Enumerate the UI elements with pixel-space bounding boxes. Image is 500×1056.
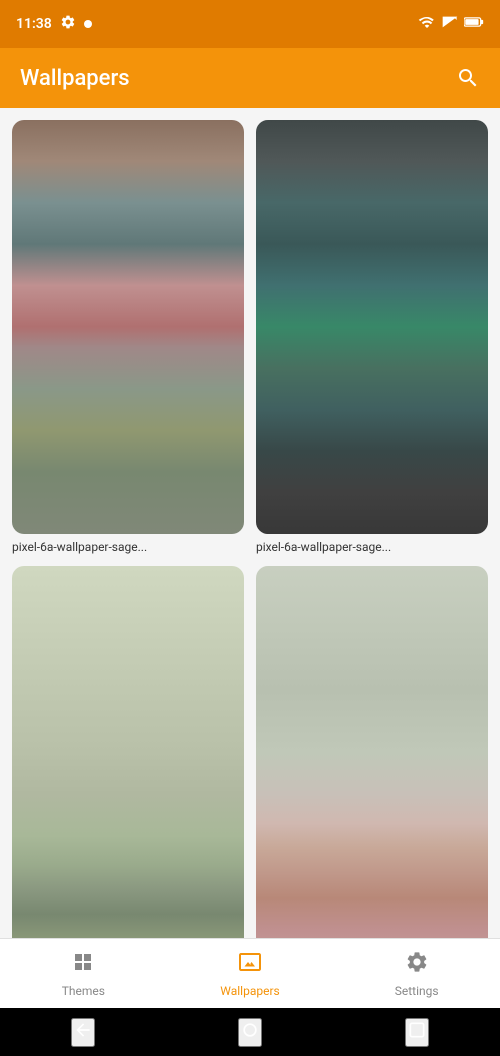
wallpaper-grid: pixel-6a-wallpaper-sage... pixel-6a-wall…: [12, 120, 488, 938]
page-title: Wallpapers: [20, 66, 130, 91]
battery-icon: [464, 14, 484, 34]
wallpaper-name: pixel-6a-wallpaper-sage...: [256, 540, 488, 554]
themes-label: Themes: [62, 984, 105, 998]
wallpaper-item[interactable]: [12, 566, 244, 938]
wallpaper-item[interactable]: [256, 566, 488, 938]
search-button[interactable]: [456, 66, 480, 90]
nav-item-settings[interactable]: Settings: [333, 950, 500, 998]
signal-icon: [442, 14, 458, 34]
wallpapers-label: Wallpapers: [220, 984, 279, 998]
recents-button[interactable]: [405, 1018, 429, 1047]
nav-item-wallpapers[interactable]: Wallpapers: [167, 950, 334, 998]
themes-icon: [71, 950, 95, 980]
status-right: [418, 13, 484, 35]
wallpaper-list-area: pixel-6a-wallpaper-sage... pixel-6a-wall…: [0, 108, 500, 938]
wallpapers-icon: [238, 950, 262, 980]
bottom-nav: Themes Wallpapers Settings: [0, 938, 500, 1008]
wallpaper-name: pixel-6a-wallpaper-sage...: [12, 540, 244, 554]
settings-nav-icon: [405, 950, 429, 980]
status-bar: 11:38: [0, 0, 500, 48]
app-header: Wallpapers: [0, 48, 500, 108]
system-nav-bar: [0, 1008, 500, 1056]
dot-indicator: [84, 20, 92, 28]
wallpaper-thumbnail: [12, 120, 244, 534]
wifi-icon: [418, 13, 436, 35]
wallpaper-thumbnail: [256, 120, 488, 534]
home-button[interactable]: [238, 1018, 262, 1047]
settings-label: Settings: [395, 984, 439, 998]
settings-icon: [60, 14, 76, 34]
wallpaper-thumbnail: [12, 566, 244, 938]
nav-item-themes[interactable]: Themes: [0, 950, 167, 998]
wallpaper-item[interactable]: pixel-6a-wallpaper-sage...: [12, 120, 244, 554]
back-button[interactable]: [71, 1018, 95, 1047]
wallpaper-thumbnail: [256, 566, 488, 938]
wallpaper-item[interactable]: pixel-6a-wallpaper-sage...: [256, 120, 488, 554]
status-left: 11:38: [16, 14, 92, 34]
status-time: 11:38: [16, 16, 52, 32]
